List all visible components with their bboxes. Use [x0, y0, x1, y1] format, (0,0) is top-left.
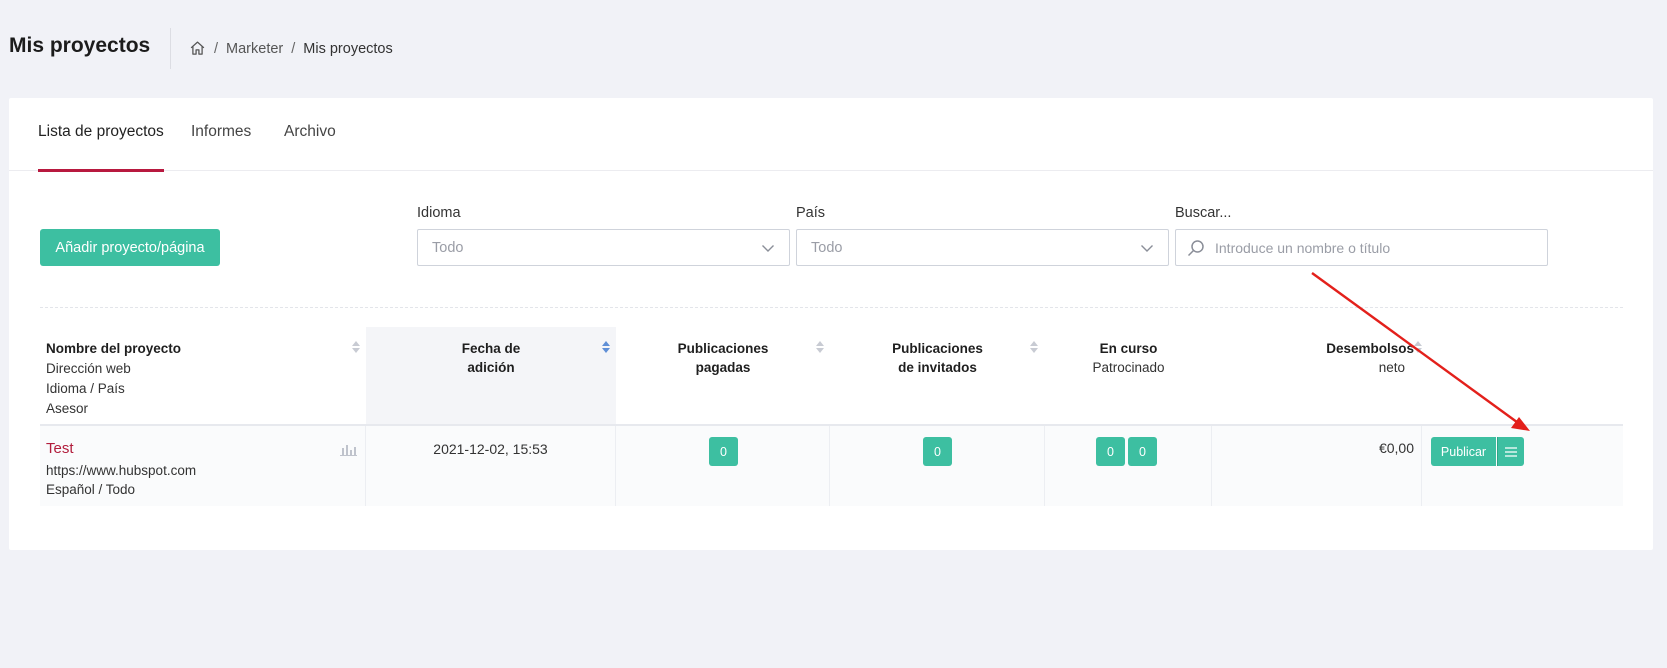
country-select-value: Todo	[811, 240, 843, 256]
language-select-value: Todo	[432, 240, 464, 256]
page-header: Mis proyectos / Marketer / Mis proyectos	[0, 0, 1667, 98]
country-label: País	[796, 205, 826, 221]
cell-date: 2021-12-02, 15:53	[366, 426, 616, 506]
col-title: En curso	[1099, 341, 1158, 356]
col-title: Publicaciones	[677, 341, 769, 356]
breadcrumb-marketer[interactable]: Marketer	[226, 41, 283, 57]
home-icon[interactable]	[189, 40, 206, 57]
chevron-down-icon	[1141, 245, 1153, 252]
page-title: Mis proyectos	[9, 34, 151, 57]
table-row: Test https://www.hubspot.com Español / T…	[40, 426, 1623, 506]
breadcrumb-separator: /	[291, 40, 296, 57]
search-box[interactable]	[1175, 229, 1548, 266]
col-sub: Dirección web	[46, 361, 131, 376]
ongoing-count-badge[interactable]: 0	[1096, 437, 1125, 466]
col-sub: Patrocinado	[1092, 360, 1165, 375]
col-sub: Idioma / País	[46, 381, 125, 396]
col-title: pagadas	[695, 360, 751, 375]
cell-guest: 0	[830, 426, 1045, 506]
col-ongoing[interactable]: En curso Patrocinado	[1045, 327, 1212, 424]
col-sub: neto	[1378, 360, 1405, 375]
sort-icon[interactable]	[1030, 341, 1038, 353]
publish-button[interactable]: Publicar	[1431, 437, 1496, 466]
paid-count-badge[interactable]: 0	[709, 437, 738, 466]
project-lang-country: Español / Todo	[46, 482, 136, 497]
sort-icon[interactable]	[352, 341, 360, 353]
breadcrumb-separator: /	[214, 40, 219, 57]
project-url: https://www.hubspot.com	[46, 463, 197, 478]
search-label: Buscar...	[1175, 205, 1232, 221]
projects-table: Nombre del proyecto Dirección web Idioma…	[40, 327, 1623, 506]
add-project-button[interactable]: Añadir proyecto/página	[40, 229, 220, 266]
tab-reports[interactable]: Informes	[191, 123, 251, 171]
hamburger-menu-icon	[1505, 446, 1517, 457]
col-title: adición	[467, 360, 515, 375]
col-title: Nombre del proyecto	[46, 341, 182, 356]
cell-paid: 0	[616, 426, 830, 506]
sort-icon[interactable]	[816, 341, 824, 353]
row-menu-button[interactable]	[1497, 437, 1524, 466]
header-divider	[170, 28, 171, 69]
table-header: Nombre del proyecto Dirección web Idioma…	[40, 327, 1623, 426]
chevron-down-icon	[762, 245, 774, 252]
stats-chart-icon[interactable]	[340, 442, 357, 456]
breadcrumb-current: Mis proyectos	[303, 40, 393, 57]
col-paid-posts[interactable]: Publicaciones pagadas	[616, 327, 830, 424]
cell-project: Test https://www.hubspot.com Español / T…	[40, 426, 366, 506]
projects-card: Lista de proyectos Informes Archivo Añad…	[9, 98, 1653, 550]
tab-project-list[interactable]: Lista de proyectos	[38, 123, 164, 172]
col-sub: Asesor	[46, 401, 89, 416]
dashed-divider	[40, 307, 1623, 308]
col-payouts[interactable]: Desembolsos neto	[1212, 327, 1422, 424]
cell-payout: €0,00	[1212, 426, 1422, 506]
tab-archive[interactable]: Archivo	[284, 123, 336, 171]
project-name-link[interactable]: Test	[46, 439, 365, 459]
language-label: Idioma	[417, 205, 461, 221]
col-date-added[interactable]: Fecha de adición	[366, 327, 616, 424]
sort-active-icon[interactable]	[602, 341, 610, 353]
cell-actions: Publicar	[1422, 426, 1623, 506]
cell-ongoing: 0 0	[1045, 426, 1212, 506]
breadcrumb: / Marketer / Mis proyectos	[189, 40, 393, 57]
sort-icon[interactable]	[1414, 341, 1422, 353]
tabs-bar: Lista de proyectos Informes Archivo	[9, 98, 1653, 172]
search-input[interactable]	[1215, 237, 1535, 259]
guest-count-badge[interactable]: 0	[923, 437, 952, 466]
col-title: Desembolsos	[1326, 341, 1414, 356]
sponsored-count-badge[interactable]: 0	[1128, 437, 1157, 466]
country-select[interactable]: Todo	[796, 229, 1169, 266]
col-title: de invitados	[898, 360, 977, 375]
search-icon	[1187, 240, 1204, 257]
language-select[interactable]: Todo	[417, 229, 790, 266]
col-title: Fecha de	[461, 341, 521, 356]
col-guest-posts[interactable]: Publicaciones de invitados	[830, 327, 1045, 424]
col-project-name[interactable]: Nombre del proyecto Dirección web Idioma…	[40, 327, 366, 424]
col-title: Publicaciones	[892, 341, 983, 356]
